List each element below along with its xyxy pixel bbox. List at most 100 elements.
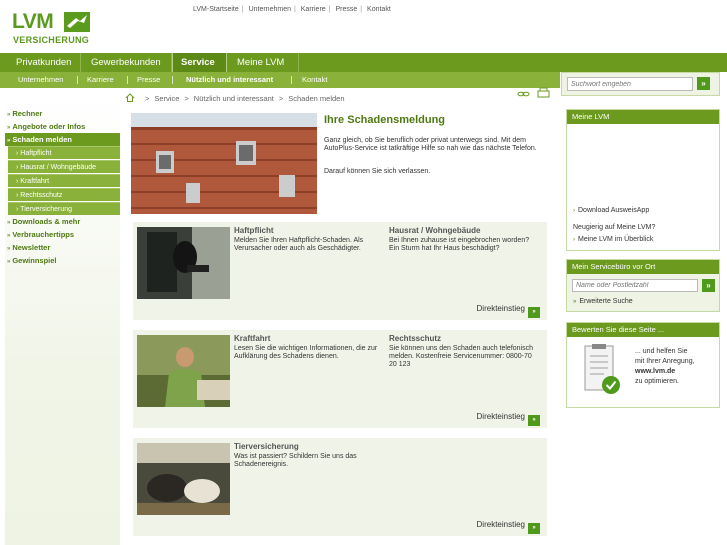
direkteinstieg-link[interactable]: Direkteinstieg» — [477, 304, 540, 318]
breadcrumb-separator: > — [184, 94, 189, 103]
chevron-right-icon: › — [16, 178, 19, 185]
sidebar-item-label: Hausrat / Wohngebäude — [20, 164, 97, 171]
subnav-nuetzlich[interactable]: Nützlich und interessant — [186, 72, 273, 88]
chevron-right-icon: › — [16, 150, 19, 157]
chevron-right-icon: » — [7, 233, 11, 239]
topnav-link-karriere[interactable]: Karriere — [301, 6, 326, 13]
sidebar-subitem-hausrat[interactable]: › Hausrat / Wohngebäude — [8, 160, 120, 173]
bewerten-text-1: ... und helfen Sie — [635, 348, 688, 355]
divider — [172, 76, 173, 84]
chevron-right-icon: » — [7, 112, 11, 118]
sidebar-item-label: Angebote oder Infos — [12, 122, 86, 131]
card-column-kraftfahrt: Kraftfahrt Lesen Sie die wichtigen Infor… — [234, 334, 384, 361]
sidebar-item-label: Haftpflicht — [20, 150, 52, 157]
direkteinstieg-label: Direkteinstieg — [476, 520, 525, 529]
home-icon[interactable] — [125, 93, 135, 102]
breadcrumb: > Service > Nützlich und interessant > Schade… — [125, 93, 345, 103]
link-icon[interactable] — [517, 91, 530, 97]
direkteinstieg-link[interactable]: Direkteinstieg» — [477, 412, 540, 426]
chevron-right-icon: » — [7, 220, 11, 226]
double-chevron-icon: » — [573, 299, 577, 305]
card-title[interactable]: Haftpflicht — [234, 226, 384, 235]
breadcrumb-nuetzlich[interactable]: Nützlich und interessant — [194, 94, 274, 103]
tab-service[interactable]: Service — [172, 53, 227, 72]
divider: | — [241, 6, 244, 13]
sidebar-item-gewinnspiel[interactable]: » Gewinnspiel — [5, 254, 120, 267]
subnav-kontakt[interactable]: Kontakt — [302, 72, 327, 88]
arrow-button-icon[interactable]: » — [528, 415, 540, 426]
link-label: Meine LVM im Überblick — [578, 236, 654, 243]
divider — [291, 76, 292, 84]
breadcrumb-current: Schaden melden — [288, 94, 345, 103]
meine-lvm-overview-link[interactable]: › Meine LVM im Überblick — [573, 236, 653, 243]
subnav-unternehmen[interactable]: Unternehmen — [18, 72, 63, 88]
feedback-checklist-icon[interactable] — [582, 344, 622, 396]
lvm-logo[interactable]: LVM VERSICHERUNG — [12, 11, 92, 47]
divider: | — [360, 6, 363, 13]
sidebar-item-angebote[interactable]: » Angebote oder Infos — [5, 120, 120, 133]
top-navigation: LVM-Startseite | Unternehmen | Karriere | P… — [193, 6, 391, 13]
servicebuero-go-button[interactable]: » — [702, 279, 715, 292]
card-title[interactable]: Hausrat / Wohngebäude — [389, 226, 539, 235]
bewerten-text-2: mit Ihrer Anregung, — [635, 358, 695, 365]
card-title[interactable]: Tierversicherung — [234, 442, 384, 451]
servicebuero-search-input[interactable] — [572, 279, 698, 292]
search-input[interactable] — [567, 77, 693, 91]
sidebar-item-label: Verbrauchertipps — [12, 230, 75, 239]
card-text: Was ist passiert? Schildern Sie uns das … — [234, 453, 357, 468]
bewerten-link-lvm[interactable]: www.lvm.de — [635, 368, 675, 375]
topnav-link-presse[interactable]: Presse — [335, 6, 357, 13]
sidebar-subitem-rechtsschutz[interactable]: › Rechtsschutz — [8, 188, 120, 201]
chevron-right-icon: » — [7, 125, 11, 131]
topnav-link-kontakt[interactable]: Kontakt — [367, 6, 391, 13]
claim-card-haftpflicht-hausrat: Haftpflicht Melden Sie Ihren Haftpflicht… — [133, 222, 547, 320]
sidebar-item-label: Newsletter — [12, 243, 51, 252]
sidebar-item-schaden-melden[interactable]: » Schaden melden — [5, 133, 120, 146]
breadcrumb-separator: > — [145, 94, 150, 103]
link-label: Download AusweisApp — [578, 207, 650, 214]
subnav-karriere[interactable]: Karriere — [87, 72, 114, 88]
divider: | — [293, 6, 296, 13]
erweiterte-suche-link[interactable]: » Erweiterte Suche — [573, 298, 633, 305]
divider — [77, 76, 78, 84]
topnav-link-unternehmen[interactable]: Unternehmen — [249, 6, 291, 13]
hero-image-roof — [131, 113, 317, 214]
card-column-haftpflicht: Haftpflicht Melden Sie Ihren Haftpflicht… — [234, 226, 384, 253]
panel-title: Bewerten Sie diese Seite ... — [567, 323, 719, 337]
topnav-link-start[interactable]: LVM-Startseite — [193, 6, 239, 13]
tab-gewerbekunden[interactable]: Gewerbekunden — [83, 53, 172, 72]
download-ausweisapp-link[interactable]: › Download AusweisApp — [573, 207, 649, 214]
card-title[interactable]: Rechtsschutz — [389, 334, 539, 343]
sidebar-item-verbrauchertipps[interactable]: » Verbrauchertipps — [5, 228, 120, 241]
hero-text: Ganz gleich, ob Sie beruflich oder priva… — [324, 137, 537, 152]
arrow-button-icon[interactable]: » — [528, 307, 540, 318]
tab-privatkunden[interactable]: Privatkunden — [8, 53, 81, 72]
sidebar-subitem-kraftfahrt[interactable]: › Kraftfahrt — [8, 174, 120, 187]
sidebar-item-label: Tierversicherung — [20, 206, 73, 213]
left-sidebar: » Rechner » Angebote oder Infos » Schaden m… — [5, 96, 120, 545]
sidebar-item-downloads[interactable]: » Downloads & mehr — [5, 215, 120, 228]
sidebar-subitem-haftpflicht[interactable]: › Haftpflicht — [8, 146, 120, 159]
breadcrumb-service[interactable]: Service — [154, 94, 179, 103]
divider: | — [328, 6, 331, 13]
direkteinstieg-label: Direkteinstieg — [476, 412, 525, 421]
cows-image — [137, 443, 230, 515]
card-text: Sie können uns den Schaden auch telefoni… — [389, 345, 533, 368]
tab-meine-lvm[interactable]: Meine LVM — [229, 53, 299, 72]
sidebar-item-rechner[interactable]: » Rechner — [5, 107, 120, 120]
print-icon[interactable] — [537, 87, 550, 98]
card-title[interactable]: Kraftfahrt — [234, 334, 384, 343]
sidebar-subitem-tierversicherung[interactable]: › Tierversicherung — [8, 202, 120, 215]
sidebar-item-label: Downloads & mehr — [12, 217, 81, 226]
sidebar-item-label: Rechner — [12, 109, 43, 118]
sidebar-item-label: Schaden melden — [12, 135, 72, 144]
direkteinstieg-link[interactable]: Direkteinstieg» — [477, 520, 540, 534]
logo-bird-icon — [64, 12, 90, 32]
page-tools — [517, 87, 550, 98]
search-go-button[interactable]: » — [697, 77, 710, 90]
arrow-button-icon[interactable]: » — [528, 523, 540, 534]
sidebar-item-newsletter[interactable]: » Newsletter — [5, 241, 120, 254]
chevron-right-icon: › — [573, 208, 575, 214]
chevron-right-icon: » — [7, 246, 11, 252]
subnav-presse[interactable]: Presse — [137, 72, 160, 88]
